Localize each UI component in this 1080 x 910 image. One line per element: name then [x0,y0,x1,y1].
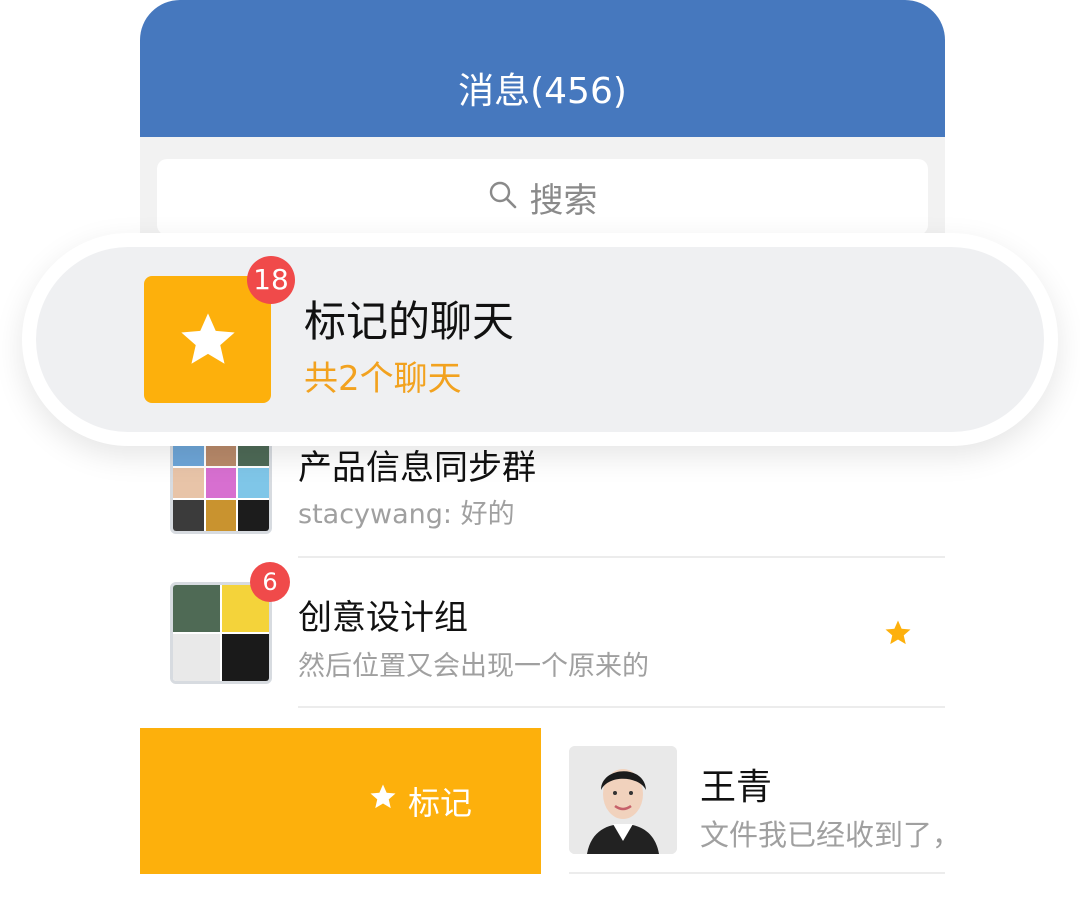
mark-button[interactable]: 标记 [140,728,541,874]
mark-button-label: 标记 [408,784,473,822]
row-divider [569,872,945,874]
page-title: 消息(456) [458,71,627,112]
chat-name: 王青 [700,767,773,808]
chat-row-design-group[interactable]: 6 创意设计组 然后位置又会出现一个原来的 [140,558,945,708]
chat-preview: 文件我已经收到了， [700,818,945,852]
starred-chats-count: 共2个聊天 [304,359,462,399]
avatar [569,746,677,854]
search-placeholder: 搜索 [529,180,598,221]
star-icon [883,618,913,652]
starred-chats-card[interactable]: 18 标记的聊天 共2个聊天 [22,233,1058,446]
chat-preview: stacywang: 好的 [298,499,515,530]
chat-row-person[interactable]: 王青 文件我已经收到了， [569,728,945,874]
chat-row-product-group[interactable]: 产品信息同步群 stacywang: 好的 [140,432,945,558]
chat-name: 创意设计组 [298,598,468,638]
star-icon [180,312,235,364]
search-area: 搜索 [140,137,945,237]
nav-header: 消息(456) [140,0,945,137]
chat-preview: 然后位置又会出现一个原来的 [298,651,649,682]
search-icon [488,180,518,214]
row-divider [298,706,945,708]
chat-list-screen: 消息(456) 搜索 产品信息同步群 stacywang: 好的 6 创意设计组… [140,0,945,910]
unread-badge: 18 [247,256,295,304]
chat-name: 产品信息同步群 [298,448,536,488]
search-input[interactable]: 搜索 [157,159,928,235]
star-icon [368,782,398,820]
unread-badge: 6 [250,562,290,602]
starred-chats-title: 标记的聊天 [304,297,515,346]
group-avatar [170,432,272,534]
